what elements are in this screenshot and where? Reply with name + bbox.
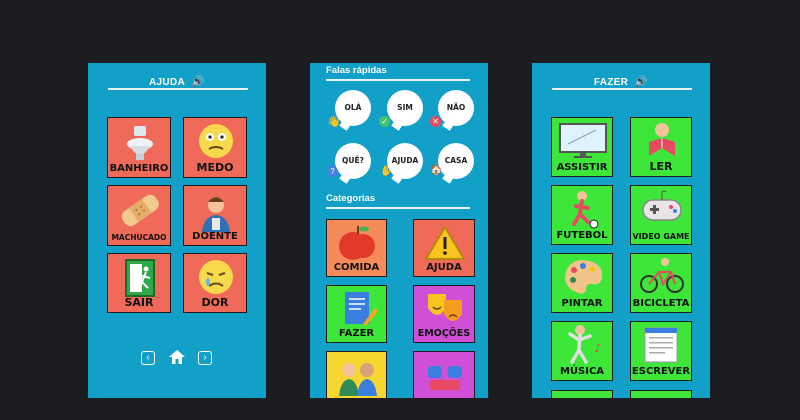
bandage-icon [121,194,159,227]
wave-hand-icon: 👋 [327,116,341,128]
tile-sair[interactable]: SAIR [107,253,171,313]
check-icon: ✓ [379,116,390,127]
tile-label: BICICLETA [632,298,690,309]
tile-pintar[interactable]: PINTAR [551,253,613,313]
bicycle-icon [640,258,684,293]
category-label: AJUDA [426,262,462,273]
activities-header: FAZER 🔊 [532,75,710,88]
categories-divider [326,207,470,209]
tile-banheiro[interactable]: BANHEIRO [107,117,171,178]
bubble-label: QUÊ? [342,156,364,165]
tile-futebol[interactable]: FUTEBOL [551,185,613,245]
tile-partial[interactable] [551,390,613,398]
friends-icon [428,366,462,390]
bubble-label: AJUDA [391,156,419,165]
tile-label: LER [649,160,673,173]
tile-escrever[interactable]: ESCREVER [630,321,692,381]
category-friends[interactable] [413,351,475,398]
tile-dor[interactable]: DOR [183,253,247,313]
bubble-sim[interactable]: SIM [387,90,423,126]
tile-video-game[interactable]: VIDEO GAME [630,185,692,245]
warning-icon [424,225,466,260]
bubble-label: SIM [397,103,413,112]
activities-screen: FAZER 🔊 ASSISTIR LER FUTEBOL VIDEO GAME … [532,63,710,398]
tile-label: MEDO [196,161,234,174]
tile-label: MACHUCADO [111,233,167,242]
tile-label: SAIR [124,296,154,309]
speaker-icon[interactable]: 🔊 [191,75,205,88]
tile-label: MÚSICA [559,366,605,377]
chevron-left-icon: ‹ [146,352,150,363]
tile-musica[interactable]: ♪ MÚSICA [551,321,613,381]
category-people[interactable] [326,351,387,398]
category-comida[interactable]: COMIDA [326,219,387,277]
header-divider [552,88,692,90]
category-label: EMOÇÕES [417,328,471,339]
tile-medo[interactable]: MEDO [183,117,247,178]
toilet-icon [127,126,153,160]
prev-button[interactable]: ‹ [141,351,155,365]
categories-title: Categorias [326,193,376,204]
tile-ler[interactable]: LER [630,117,692,177]
category-fazer[interactable]: FAZER [326,285,387,343]
tv-icon [559,123,607,158]
bubble-label: OLÁ [344,103,362,112]
home-icon [169,350,185,364]
next-button[interactable]: › [198,351,212,365]
home-screen: Falas rápidas OLÁ 👋 SIM ✓ NÃO ✕ QUÊ? ? A… [310,63,488,398]
question-icon: ? [327,166,338,177]
tile-machucado[interactable]: MACHUCADO [107,185,171,246]
writing-pad-icon [644,327,678,363]
palette-icon [565,260,603,294]
soccer-icon [572,191,599,229]
tile-label: VIDEO GAME [632,232,690,241]
bubble-casa[interactable]: CASA [438,143,474,179]
sick-person-icon [202,197,230,232]
scared-face-icon [199,124,233,158]
category-ajuda[interactable]: AJUDA [413,219,475,277]
tile-label: PINTAR [561,298,603,309]
people-icon [339,363,377,396]
home-button[interactable] [168,349,186,369]
theater-masks-icon [428,294,462,321]
notepad-pencil-icon [345,292,378,326]
apple-icon [339,226,375,260]
x-icon: ✕ [430,116,441,127]
tile-partial[interactable] [630,390,692,398]
bubble-que[interactable]: QUÊ? [335,143,371,179]
category-label: COMIDA [333,262,380,273]
tile-label: DOR [201,296,229,309]
tile-label: ASSISTIR [556,162,608,173]
tile-assistir[interactable]: ASSISTIR [551,117,613,177]
bubble-nao[interactable]: NÃO [438,90,474,126]
reading-icon [649,123,675,156]
music-dance-icon: ♪ [568,325,602,364]
helping-hand-icon: ✋ [380,166,393,177]
tile-label: ESCREVER [631,366,691,377]
header-divider [108,88,248,90]
help-title: AJUDA [149,77,185,88]
activities-title: FAZER [593,77,629,88]
tile-doente[interactable]: DOENTE [183,185,247,246]
quick-phrases-title: Falas rápidas [326,65,387,76]
tile-bicicleta[interactable]: BICICLETA [630,253,692,313]
house-icon: 🏠 [430,165,443,176]
bubble-label: NÃO [446,103,466,112]
gamepad-icon [642,190,682,221]
category-label: FAZER [338,328,375,339]
bubble-label: CASA [444,156,468,165]
help-header: AJUDA 🔊 [88,75,266,88]
chevron-right-icon: › [203,352,207,363]
quick-divider [326,79,470,81]
tile-label: FUTEBOL [556,230,608,241]
help-screen: AJUDA 🔊 BANHEIRO MEDO MACHUCADO DOENTE S… [88,63,266,398]
tile-label: BANHEIRO [109,163,169,174]
speaker-icon[interactable]: 🔊 [634,75,648,88]
tile-label: DOENTE [192,231,238,242]
category-emocoes[interactable]: EMOÇÕES [413,285,475,343]
svg-text:♪: ♪ [594,341,602,355]
